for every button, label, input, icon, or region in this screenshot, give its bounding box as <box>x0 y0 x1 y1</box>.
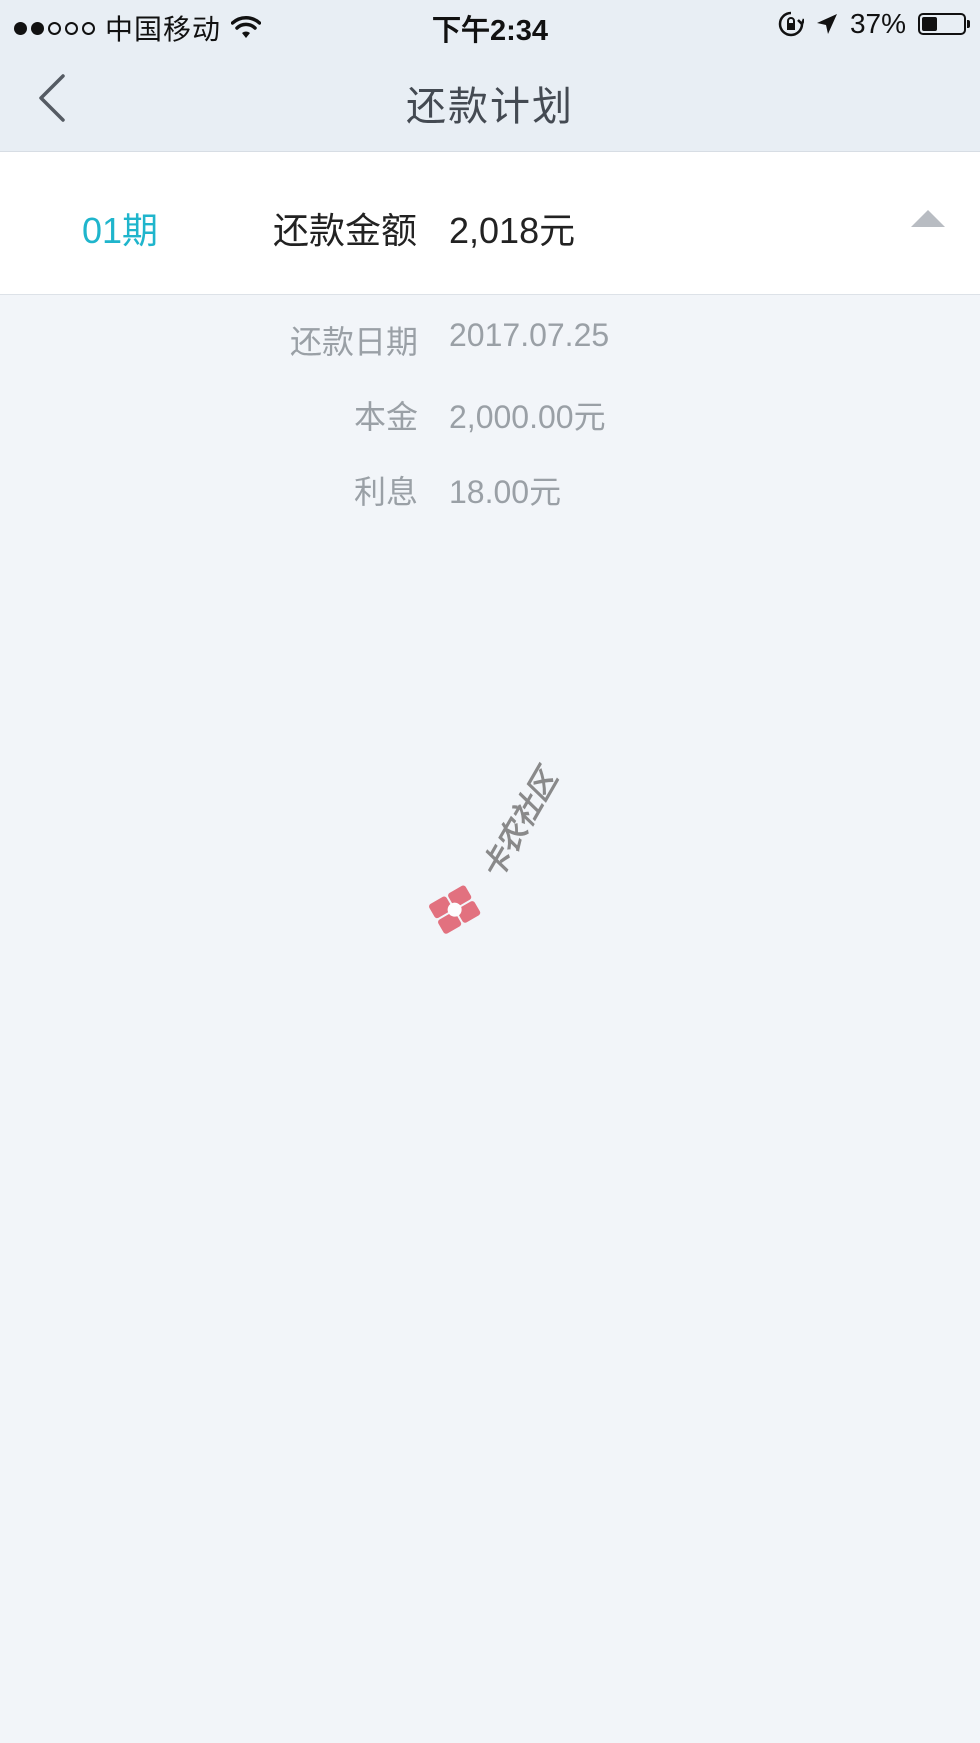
location-arrow-icon <box>816 14 837 34</box>
period-label: 01期 <box>82 210 159 251</box>
watermark: 卡农社区 <box>420 765 600 950</box>
watermark-logo-icon <box>429 885 481 934</box>
repayment-date-label: 还款日期 <box>289 324 418 360</box>
detail-row-interest: 利息 18.00元 <box>0 467 980 517</box>
page-title: 还款计划 <box>406 85 574 129</box>
header-area: 中国移动 下午2:34 37% 还款计划 <box>0 0 980 152</box>
orientation-lock-icon <box>778 11 804 37</box>
status-bar: 中国移动 下午2:34 37% <box>0 0 980 48</box>
interest-label: 利息 <box>353 474 418 510</box>
detail-row-date: 还款日期 2017.07.25 <box>0 317 980 367</box>
repayment-amount-value: 2,018元 <box>449 210 576 251</box>
battery-percent: 37% <box>849 8 906 39</box>
watermark-text: 卡农社区 <box>475 764 565 885</box>
battery-level <box>922 17 937 31</box>
repayment-date-value: 2017.07.25 <box>449 317 610 353</box>
battery-icon <box>918 13 970 35</box>
interest-value: 18.00元 <box>449 474 562 510</box>
installment-row[interactable]: 01期 还款金额 2,018元 <box>0 152 980 295</box>
principal-value: 2,000.00元 <box>449 399 606 435</box>
collapse-arrow-icon[interactable] <box>911 210 945 227</box>
repayment-amount-label: 还款金额 <box>272 210 417 251</box>
status-right: 37% <box>778 8 970 40</box>
detail-row-principal: 本金 2,000.00元 <box>0 392 980 442</box>
navigation-bar: 还款计划 <box>0 48 980 151</box>
principal-label: 本金 <box>353 399 418 435</box>
